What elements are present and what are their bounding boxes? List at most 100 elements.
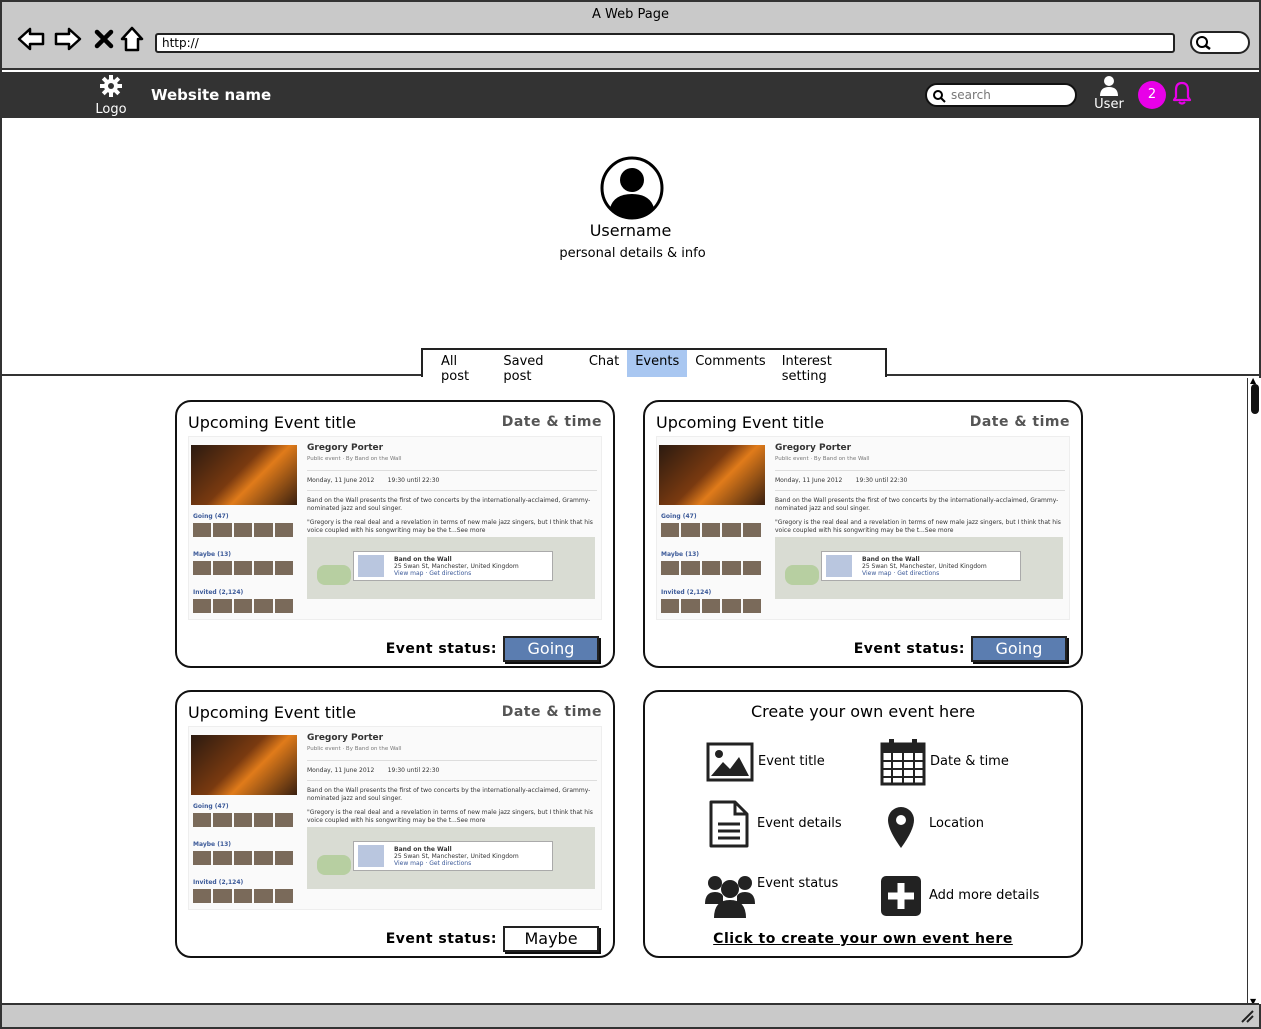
- home-icon[interactable]: [118, 24, 148, 54]
- going-count: Going (47): [193, 513, 229, 520]
- map-preview: Band on the Wall 25 Swan St, Manchester,…: [775, 537, 1063, 599]
- event-preview-image[interactable]: Going (47) Maybe (13) Invited (2,124) Gr…: [656, 436, 1070, 620]
- venue-links: View map · Get directions: [394, 860, 472, 867]
- event-quote: "Gregory is the real deal and a revelati…: [307, 809, 593, 824]
- attendee-row: [661, 599, 762, 613]
- user-menu[interactable]: User: [1092, 75, 1126, 112]
- event-time: 19:30 until 22:30: [855, 477, 908, 484]
- performer-name: Gregory Porter: [307, 733, 384, 743]
- event-subtitle: Public event · By Band on the Wall: [775, 456, 1065, 471]
- maybe-count: Maybe (13): [193, 551, 232, 558]
- site-name[interactable]: Website name: [151, 86, 271, 104]
- create-event-link[interactable]: Click to create your own event here: [645, 931, 1081, 947]
- attendee-row: [661, 561, 762, 575]
- venue-box: Band on the Wall 25 Swan St, Manchester,…: [821, 551, 1021, 581]
- event-description: Band on the Wall presents the first of t…: [307, 497, 591, 512]
- event-preview-image[interactable]: Going (47) Maybe (13) Invited (2,124) Gr…: [188, 436, 602, 620]
- logo[interactable]: Logo: [94, 74, 128, 117]
- event-card: Upcoming Event title Date & time Going (…: [643, 400, 1083, 668]
- map-preview: Band on the Wall 25 Swan St, Manchester,…: [307, 537, 595, 599]
- map-pin-icon: [358, 845, 384, 867]
- user-label: User: [1094, 97, 1124, 112]
- back-arrow-icon[interactable]: [16, 24, 46, 54]
- tab-interest-setting[interactable]: Interest setting: [774, 350, 885, 384]
- search-placeholder: search: [951, 88, 991, 102]
- event-status-button[interactable]: Going: [971, 636, 1067, 662]
- map-pin-icon: [358, 555, 384, 577]
- event-day: Monday, 11 June 2012: [307, 767, 375, 774]
- invited-count: Invited (2,124): [193, 879, 244, 886]
- event-day: Monday, 11 June 2012: [307, 477, 375, 484]
- create-item-label: Event title: [758, 754, 825, 769]
- event-when: Monday, 11 June 2012 19:30 until 22:30: [775, 477, 1065, 491]
- location-pin-icon: [888, 807, 914, 848]
- venue-name: Band on the Wall: [394, 846, 452, 853]
- bell-icon[interactable]: [1170, 80, 1194, 106]
- venue-links: View map · Get directions: [862, 570, 940, 577]
- invited-count: Invited (2,124): [661, 589, 712, 596]
- event-title[interactable]: Upcoming Event title: [656, 413, 824, 432]
- attendee-row: [193, 523, 294, 537]
- event-subtitle: Public event · By Band on the Wall: [307, 456, 597, 471]
- create-item-label: Date & time: [930, 754, 1009, 769]
- event-date: Date & time: [969, 414, 1070, 430]
- image-icon: [706, 742, 754, 782]
- search-icon: [933, 90, 946, 103]
- create-item-label: Event status: [757, 876, 839, 891]
- event-preview-image[interactable]: Going (47) Maybe (13) Invited (2,124) Gr…: [188, 726, 602, 910]
- performer-name: Gregory Porter: [775, 443, 852, 453]
- event-date: Date & time: [501, 704, 602, 720]
- tab-chat[interactable]: Chat: [581, 350, 627, 377]
- venue-address: 25 Swan St, Manchester, United Kingdom: [394, 563, 519, 570]
- maybe-count: Maybe (13): [193, 841, 232, 848]
- tab-comments[interactable]: Comments: [687, 350, 773, 377]
- event-status-label: Event status:: [853, 641, 965, 657]
- browser-search-field[interactable]: [1190, 31, 1250, 54]
- logo-label: Logo: [95, 102, 127, 117]
- notification-badge[interactable]: 2: [1138, 81, 1166, 109]
- scrollbar-thumb[interactable]: [1251, 384, 1259, 414]
- create-item-label: Event details: [757, 816, 842, 831]
- venue-box: Band on the Wall 25 Swan St, Manchester,…: [353, 841, 553, 871]
- tab-all-post[interactable]: All post: [433, 350, 495, 384]
- event-card: Upcoming Event title Date & time Going (…: [175, 690, 615, 958]
- event-date: Date & time: [501, 414, 602, 430]
- resize-grip-icon[interactable]: [1240, 1009, 1254, 1023]
- site-search-input[interactable]: search: [925, 83, 1077, 107]
- group-icon: [705, 876, 755, 918]
- gear-icon: [100, 75, 122, 97]
- venue-name: Band on the Wall: [394, 556, 452, 563]
- going-count: Going (47): [661, 513, 697, 520]
- venue-links: View map · Get directions: [394, 570, 472, 577]
- tab-saved-post[interactable]: Saved post: [495, 350, 580, 384]
- avatar-icon: [600, 156, 664, 220]
- event-quote: "Gregory is the real deal and a revelati…: [307, 519, 593, 534]
- forward-arrow-icon[interactable]: [53, 24, 83, 54]
- tab-events[interactable]: Events: [627, 350, 688, 377]
- vertical-scrollbar[interactable]: ▲ ▼: [1247, 376, 1261, 1006]
- url-bar[interactable]: http://: [155, 33, 1175, 53]
- event-status-label: Event status:: [385, 641, 497, 657]
- event-status-button[interactable]: Maybe: [503, 926, 599, 952]
- event-status-button[interactable]: Going: [503, 636, 599, 662]
- venue-box: Band on the Wall 25 Swan St, Manchester,…: [353, 551, 553, 581]
- event-day: Monday, 11 June 2012: [775, 477, 843, 484]
- event-title[interactable]: Upcoming Event title: [188, 703, 356, 722]
- event-when: Monday, 11 June 2012 19:30 until 22:30: [307, 477, 597, 491]
- event-title[interactable]: Upcoming Event title: [188, 413, 356, 432]
- event-status-label: Event status:: [385, 931, 497, 947]
- window-title: A Web Page: [592, 7, 669, 22]
- plus-icon: [881, 876, 921, 916]
- event-description: Band on the Wall presents the first of t…: [775, 497, 1059, 512]
- event-photo: [659, 445, 765, 505]
- close-icon[interactable]: [90, 24, 120, 54]
- venue-address: 25 Swan St, Manchester, United Kingdom: [394, 853, 519, 860]
- attendee-row: [193, 561, 294, 575]
- status-bar: [2, 1003, 1259, 1027]
- profile-tabs: All post Saved post Chat Events Comments…: [421, 348, 887, 384]
- event-subtitle: Public event · By Band on the Wall: [307, 746, 597, 761]
- calendar-icon: [880, 739, 926, 786]
- performer-name: Gregory Porter: [307, 443, 384, 453]
- map-pin-icon: [826, 555, 852, 577]
- event-card: Upcoming Event title Date & time Going (…: [175, 400, 615, 668]
